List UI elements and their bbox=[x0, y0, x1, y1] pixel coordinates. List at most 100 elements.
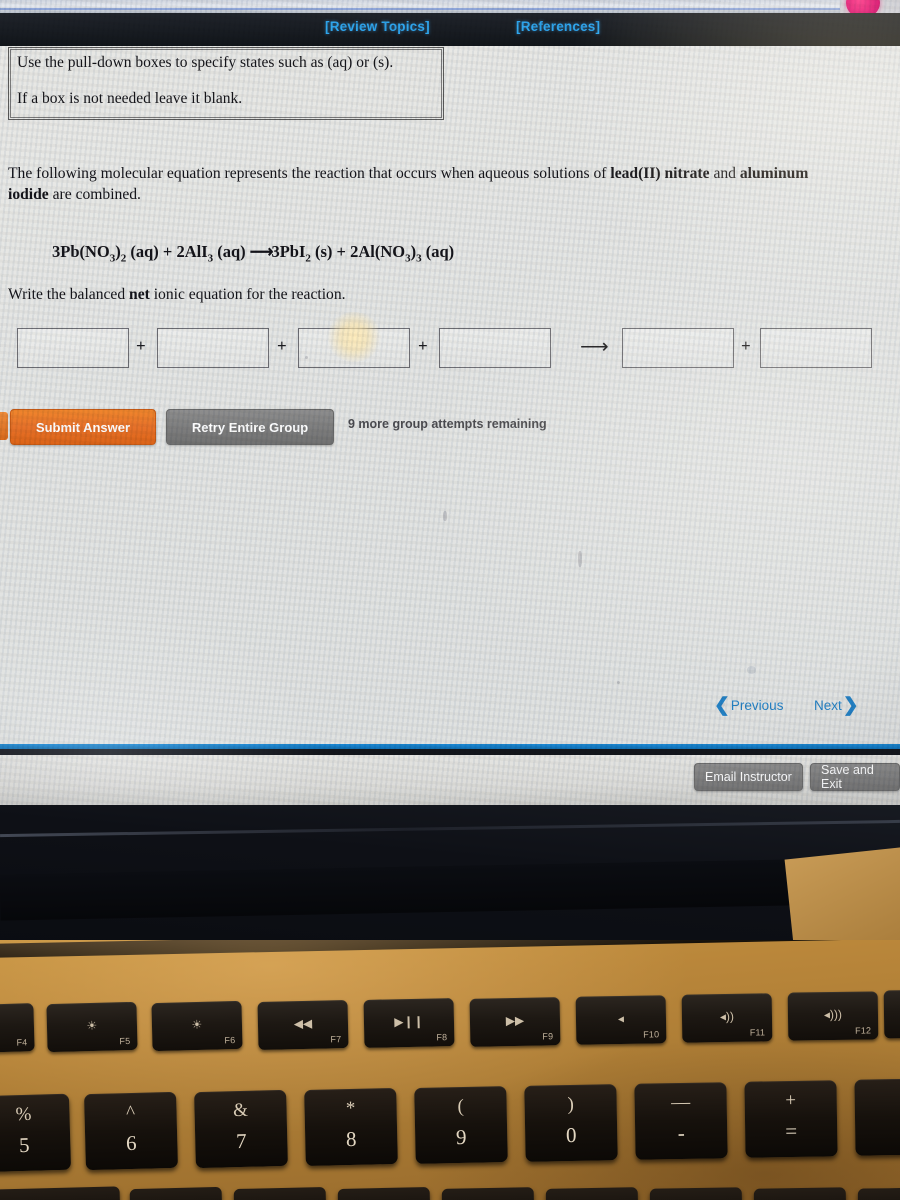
prompt-text-2: ionic equation for the reaction. bbox=[149, 286, 346, 303]
next-button[interactable]: Next ❯ bbox=[814, 696, 859, 715]
key-f12-label: F12 bbox=[855, 1025, 872, 1036]
prompt-bold-net: net bbox=[129, 286, 150, 303]
key-f10-label: F10 bbox=[643, 1029, 660, 1040]
key-f12[interactable]: ◂))) F12 bbox=[787, 991, 879, 1041]
key-6-shift-label: ^ bbox=[125, 1101, 136, 1124]
answer-box-reactant-4[interactable] bbox=[439, 328, 551, 368]
key-f11-label: F11 bbox=[749, 1027, 766, 1038]
answer-reaction-arrow: ⟶ bbox=[580, 336, 609, 358]
key-i[interactable] bbox=[857, 1187, 900, 1200]
key-u[interactable] bbox=[753, 1187, 847, 1200]
key-w[interactable] bbox=[233, 1186, 327, 1200]
instructions-line-1: Use the pull-down boxes to specify state… bbox=[17, 54, 394, 71]
key-f6[interactable]: ☀ F6 bbox=[151, 1000, 243, 1052]
instructions-box: Use the pull-down boxes to specify state… bbox=[8, 47, 444, 120]
key-f11[interactable]: ◂)) F11 bbox=[681, 993, 773, 1043]
net-ionic-equation-inputs: + + + ⟶ + bbox=[0, 324, 900, 374]
write-equation-prompt: Write the balanced net ionic equation fo… bbox=[8, 286, 346, 304]
action-button-row: Submit Answer Retry Entire Group 9 more … bbox=[0, 409, 900, 449]
key-r[interactable] bbox=[441, 1187, 535, 1200]
keyboard-backlight-high-icon: ☀ bbox=[191, 1017, 203, 1032]
key-5[interactable]: % 5 bbox=[0, 1093, 72, 1173]
retry-entire-group-button[interactable]: Retry Entire Group bbox=[166, 409, 334, 445]
key-f9[interactable]: ▶▶ F9 bbox=[469, 997, 561, 1047]
key-eject[interactable] bbox=[883, 989, 900, 1039]
key-t[interactable] bbox=[545, 1187, 639, 1200]
key-8-label: 8 bbox=[345, 1126, 357, 1152]
statement-text-3: are combined. bbox=[48, 185, 141, 203]
key-e[interactable] bbox=[337, 1187, 431, 1200]
media-previous-icon: ◀◀ bbox=[293, 1016, 313, 1031]
submit-button-overflow-stub bbox=[0, 412, 8, 440]
laptop-keyboard-deck: F4 ☀ F5 ☀ F6 ◀◀ F7 ▶❙❙ F8 ▶▶ F9 ◂ F10 ◂)… bbox=[0, 940, 900, 1200]
chrome-blue-line bbox=[0, 8, 845, 10]
previous-button[interactable]: ❮ Previous bbox=[714, 696, 783, 715]
statement-text-2: and bbox=[709, 165, 740, 182]
review-topics-link[interactable]: [Review Topics] bbox=[325, 19, 430, 34]
key-7-shift-label: & bbox=[232, 1099, 249, 1122]
key-7[interactable]: & 7 bbox=[194, 1089, 288, 1169]
eq-tok-4: (aq) + 2AlI bbox=[126, 242, 208, 261]
volume-up-icon: ◂))) bbox=[823, 1007, 843, 1022]
answer-box-product-1[interactable] bbox=[622, 328, 734, 368]
eq-tok-0: 3Pb(NO bbox=[52, 242, 110, 261]
key-minus[interactable]: — - bbox=[634, 1082, 728, 1160]
references-link[interactable]: [References] bbox=[516, 19, 600, 34]
key-delete[interactable] bbox=[854, 1078, 900, 1156]
previous-label: Previous bbox=[730, 698, 784, 713]
assignment-page: Use the pull-down boxes to specify state… bbox=[0, 46, 900, 746]
screen-speck-3 bbox=[578, 551, 582, 567]
answer-box-product-2[interactable] bbox=[760, 328, 872, 368]
answer-box-reactant-2[interactable] bbox=[157, 328, 269, 368]
key-6-label: 6 bbox=[125, 1130, 137, 1156]
email-instructor-button[interactable]: Email Instructor bbox=[694, 763, 803, 791]
bezel-highlight-edge bbox=[0, 819, 900, 838]
key-q[interactable] bbox=[129, 1186, 223, 1200]
pager-navigation: ❮ Previous Next ❯ bbox=[700, 696, 890, 726]
media-next-icon: ▶▶ bbox=[505, 1013, 525, 1028]
key-9-shift-label: ( bbox=[457, 1095, 464, 1118]
key-equals-label: = bbox=[785, 1118, 798, 1144]
key-f10[interactable]: ◂ F10 bbox=[575, 995, 667, 1045]
volume-down-icon: ◂)) bbox=[719, 1009, 735, 1024]
browser-chrome-strip bbox=[0, 0, 900, 18]
key-equals-shift-label: + bbox=[785, 1089, 797, 1112]
function-key-row: F4 ☀ F5 ☀ F6 ◀◀ F7 ▶❙❙ F8 ▶▶ F9 ◂ F10 ◂)… bbox=[0, 989, 900, 1054]
media-play-pause-icon: ▶❙❙ bbox=[394, 1014, 424, 1029]
submit-answer-button[interactable]: Submit Answer bbox=[10, 409, 156, 445]
key-f8-label: F8 bbox=[436, 1032, 448, 1043]
key-y[interactable] bbox=[649, 1187, 743, 1200]
key-f4[interactable]: F4 bbox=[0, 1003, 35, 1053]
key-tab[interactable] bbox=[0, 1186, 121, 1200]
qwerty-key-row-partial bbox=[0, 1186, 900, 1200]
key-f9-label: F9 bbox=[542, 1031, 554, 1042]
key-f6-label: F6 bbox=[224, 1035, 236, 1046]
app-top-bar: [Review Topics] [References] bbox=[0, 13, 900, 46]
screen-speck-6 bbox=[617, 681, 620, 684]
key-f7[interactable]: ◀◀ F7 bbox=[257, 999, 349, 1051]
laptop-screen: [Review Topics] [References] Use the pul… bbox=[0, 0, 900, 838]
eq-tok-14: (aq) bbox=[421, 242, 455, 261]
key-equals[interactable]: + = bbox=[744, 1080, 838, 1158]
key-0-shift-label: ) bbox=[567, 1093, 575, 1116]
key-9-label: 9 bbox=[455, 1124, 467, 1150]
key-5-label: 5 bbox=[18, 1132, 30, 1158]
reagent-one: lead(II) nitrate bbox=[610, 165, 710, 182]
key-8-shift-label: * bbox=[345, 1097, 356, 1120]
key-f8[interactable]: ▶❙❙ F8 bbox=[363, 998, 455, 1048]
key-8[interactable]: * 8 bbox=[304, 1087, 398, 1167]
footer-top-edge bbox=[0, 749, 900, 755]
key-f5[interactable]: ☀ F5 bbox=[46, 1001, 138, 1053]
attempts-remaining-text: 9 more group attempts remaining bbox=[348, 417, 547, 431]
key-5-shift-label: % bbox=[15, 1103, 32, 1126]
eq-reaction-arrow: ⟶ bbox=[249, 242, 274, 261]
save-and-exit-button[interactable]: Save and Exit bbox=[810, 763, 900, 791]
key-7-label: 7 bbox=[235, 1128, 247, 1154]
key-9[interactable]: ( 9 bbox=[414, 1086, 508, 1164]
number-key-row: % 5 ^ 6 & 7 * 8 ( 9 ) 0 — - + = bbox=[0, 1078, 900, 1175]
answer-box-reactant-1[interactable] bbox=[17, 328, 129, 368]
key-6[interactable]: ^ 6 bbox=[84, 1091, 178, 1171]
answer-box-reactant-3[interactable] bbox=[298, 328, 410, 368]
plus-sign-1: + bbox=[136, 336, 146, 355]
key-0[interactable]: ) 0 bbox=[524, 1084, 618, 1162]
